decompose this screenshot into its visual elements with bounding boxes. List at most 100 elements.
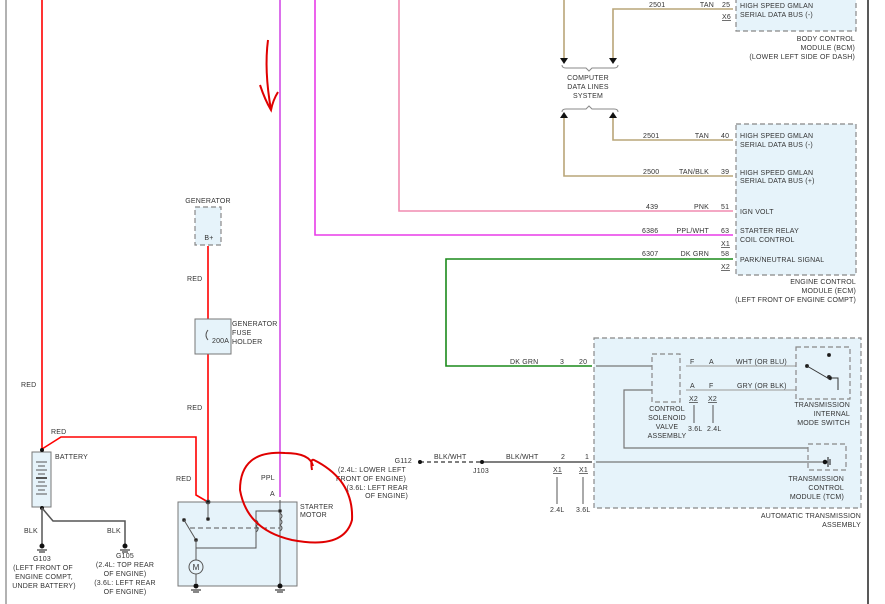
- engine-label: 3.6L: [688, 426, 702, 433]
- svg-text:63: 63: [721, 228, 729, 235]
- ecm-connector-x1: X1: [721, 241, 730, 248]
- fuse-label: HOLDER: [232, 339, 262, 346]
- wht-wire-label: WHT (OR BLU): [736, 359, 787, 366]
- ground-icon: [120, 543, 130, 553]
- tcm-module: [807, 443, 847, 471]
- pin-label: A: [690, 383, 695, 390]
- svg-text:HIGH SPEED GMLAN: HIGH SPEED GMLAN: [740, 133, 813, 140]
- solenoid-label: SOLENOID: [648, 415, 686, 422]
- svg-text:HIGH SPEED GMLAN: HIGH SPEED GMLAN: [740, 170, 813, 177]
- pin-label: F: [690, 359, 694, 366]
- bottom-brace: [561, 105, 619, 113]
- svg-text:PARK/NEUTRAL SIGNAL: PARK/NEUTRAL SIGNAL: [740, 257, 824, 264]
- ecm-connector-x2: X2: [721, 264, 730, 271]
- bcm-connector: X6: [722, 14, 731, 21]
- svg-text:SERIAL DATA BUS (+): SERIAL DATA BUS (+): [740, 178, 815, 185]
- tan-wire-bcm: [612, 8, 733, 58]
- engine-label: 2.4L: [550, 507, 564, 514]
- mode-switch-label: INTERNAL: [814, 411, 850, 418]
- g103-location: ENGINE COMPT,: [15, 574, 73, 581]
- bcm-name: (LOWER LEFT SIDE OF DASH): [749, 54, 855, 61]
- svg-text:2500: 2500: [643, 169, 659, 176]
- pnk-wire: [398, 0, 733, 212]
- ppl-wht-wire: [314, 0, 733, 236]
- generator-terminal: B+: [204, 235, 213, 242]
- transmission-internal-mode-switch: [795, 346, 851, 400]
- connector-x2: X2: [689, 396, 698, 403]
- wire-label: RED: [176, 476, 191, 483]
- bcm-wire-number: 2501: [649, 2, 665, 9]
- tcm-label: CONTROL: [808, 485, 844, 492]
- pin-label: A: [709, 359, 714, 366]
- mode-switch-label: TRANSMISSION: [794, 402, 850, 409]
- assembly-label: AUTOMATIC TRANSMISSION: [761, 513, 861, 520]
- gry-wire-label: GRY (OR BLK): [737, 383, 787, 390]
- connector-x1: X1: [579, 467, 588, 474]
- battery-to-starter-wire: [41, 436, 209, 503]
- assembly-label: ASSEMBLY: [822, 522, 861, 529]
- bcm-signal: SERIAL DATA BUS (-): [740, 12, 813, 19]
- bcm-signal: HIGH SPEED GMLAN: [740, 3, 813, 10]
- generator-label: GENERATOR: [185, 198, 231, 205]
- ecm-name: ENGINE CONTROL: [790, 279, 856, 286]
- svg-text:40: 40: [721, 133, 729, 140]
- connector-x1: X1: [553, 467, 562, 474]
- pin-label: 2: [561, 454, 565, 461]
- connector-x2: X2: [708, 396, 717, 403]
- g105-location: OF ENGINE): [104, 571, 147, 578]
- svg-text:TAN: TAN: [695, 133, 709, 140]
- fuse-rating: 200A: [212, 338, 229, 345]
- blk-wht-label: BLK/WHT: [506, 454, 539, 461]
- svg-text:DK GRN: DK GRN: [681, 251, 709, 258]
- svg-text:58: 58: [721, 251, 729, 258]
- solenoid-label: CONTROL: [649, 406, 685, 413]
- bcm-pin: 25: [722, 2, 730, 9]
- annotation-arrow: [259, 39, 279, 113]
- wire-label: RED: [187, 405, 202, 412]
- tan-blk-wire-ecm-39: [563, 116, 733, 177]
- battery: [31, 451, 52, 508]
- pin-label: 1: [585, 454, 589, 461]
- svg-text:39: 39: [721, 169, 729, 176]
- pin-label: F: [709, 383, 713, 390]
- svg-text:439: 439: [646, 204, 658, 211]
- motor-label: M: [193, 563, 200, 572]
- bcm-name: MODULE (BCM): [800, 45, 855, 52]
- wire-label: RED: [21, 382, 36, 389]
- tcm-label: MODULE (TCM): [790, 494, 844, 501]
- blk-wht-label: BLK/WHT: [434, 454, 467, 461]
- g105-label: G105: [116, 553, 134, 560]
- pin-label: 3: [560, 359, 564, 366]
- svg-text:6386: 6386: [642, 228, 658, 235]
- j103-splice: [480, 460, 484, 464]
- g103-location: UNDER BATTERY): [12, 583, 76, 590]
- fuse-label: FUSE: [232, 330, 252, 337]
- g112-location: (3.6L: LEFT REAR: [347, 485, 408, 492]
- ecm-name: (LEFT FRONT OF ENGINE COMPT): [735, 297, 856, 304]
- ecm-name: MODULE (ECM): [801, 288, 856, 295]
- wire-label: RED: [187, 276, 202, 283]
- g112-label: G112: [395, 458, 412, 465]
- tcm-label: TRANSMISSION: [788, 476, 844, 483]
- fuse-label: GENERATOR: [232, 321, 278, 328]
- svg-text:SERIAL DATA BUS (-): SERIAL DATA BUS (-): [740, 142, 813, 149]
- svg-text:STARTER RELAY: STARTER RELAY: [740, 228, 799, 235]
- engine-label: 3.6L: [576, 507, 590, 514]
- g112-location: (2.4L: LOWER LEFT: [338, 467, 406, 474]
- svg-text:51: 51: [721, 204, 729, 211]
- starter-label: MOTOR: [300, 512, 327, 519]
- pin-label: 20: [579, 359, 587, 366]
- bcm-wire-color: TAN: [700, 2, 714, 9]
- tan-wire-ecm-40: [612, 116, 733, 141]
- splice-label: J103: [473, 468, 489, 475]
- dk-grn-label: DK GRN: [510, 359, 538, 366]
- data-lines-label: SYSTEM: [573, 93, 603, 100]
- svg-text:2501: 2501: [643, 133, 659, 140]
- solenoid-label: VALVE: [656, 424, 679, 431]
- starter-terminal: A: [270, 491, 275, 498]
- mode-switch-label: MODE SWITCH: [797, 420, 850, 427]
- svg-text:PNK: PNK: [694, 204, 709, 211]
- g112-location: OF ENGINE): [365, 493, 408, 500]
- g112-location: FRONT OF ENGINE): [336, 476, 406, 483]
- engine-label: 2.4L: [707, 426, 721, 433]
